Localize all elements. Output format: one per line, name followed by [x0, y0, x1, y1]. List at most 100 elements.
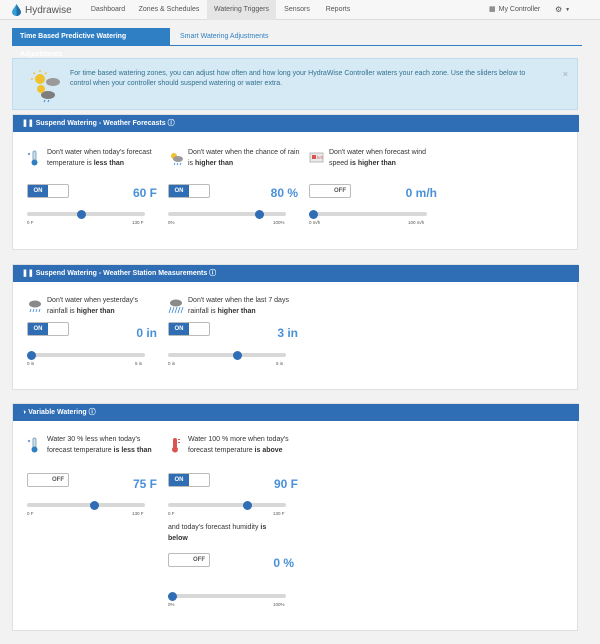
rain-cloud-icon: [29, 300, 41, 313]
nav-watering-triggers[interactable]: Watering Triggers: [207, 0, 276, 20]
yesterday-rain-toggle[interactable]: ON: [27, 322, 69, 336]
forecast-temp-slider[interactable]: [27, 209, 145, 219]
slider-max-label: 100%: [273, 602, 285, 607]
setting-label: and today's forecast humidity is below: [168, 524, 267, 542]
wind-sign-icon: km: [309, 152, 324, 163]
panel-header: ❚❚ Suspend Watering - Weather Station Me…: [13, 265, 579, 282]
pause-icon: ❚❚: [22, 120, 36, 127]
variable-humidity-setting: and today's forecast humidity is below O…: [168, 523, 298, 623]
humidity-value: 0 %: [273, 556, 294, 570]
panel-title: Variable Watering: [28, 409, 87, 416]
toggle-state: ON: [169, 474, 189, 486]
forecast-rain-value: 80 %: [270, 186, 298, 200]
slider-handle[interactable]: [243, 500, 253, 510]
humidity-toggle[interactable]: OFF: [168, 553, 210, 567]
adjustment-tabs: Time Based Predictive Watering Adjustmen…: [12, 28, 582, 58]
gear-icon: ⚙: [555, 5, 563, 14]
thermometer-hot-icon: [172, 438, 180, 453]
week-rain-slider[interactable]: [168, 350, 286, 360]
panel-title: Suspend Watering - Weather Forecasts: [35, 120, 166, 127]
grid-icon: ▦: [489, 6, 496, 13]
variable-more-slider[interactable]: [168, 500, 286, 510]
svg-text:km: km: [317, 155, 323, 160]
forecast-rain-slider[interactable]: [168, 209, 286, 219]
panel-header: ◑ Variable Watering ⓘ: [13, 404, 579, 421]
caret-down-icon: ▼: [565, 7, 571, 13]
forecast-wind-value: 0 m/h: [405, 186, 437, 200]
toggle-state: ON: [169, 323, 189, 335]
info-text: For time based watering zones, you can a…: [70, 70, 526, 87]
slider-handle[interactable]: [77, 209, 87, 219]
my-controller-menu[interactable]: ▦ My Controller: [489, 0, 540, 20]
slider-handle[interactable]: [168, 591, 177, 601]
yesterday-rain-slider[interactable]: [27, 350, 145, 360]
variable-less-slider[interactable]: [27, 500, 145, 510]
tab-time-based[interactable]: Time Based Predictive Watering Adjustmen…: [12, 28, 170, 58]
weather-mixed-icon: [31, 70, 60, 103]
variable-less-setting: Water 30 % less when today's forecast te…: [27, 435, 157, 535]
week-rain-toggle[interactable]: ON: [168, 322, 210, 336]
nav-dashboard[interactable]: Dashboard: [85, 0, 131, 20]
nav-sensors[interactable]: Sensors: [279, 0, 315, 20]
slider-min-label: 0%: [168, 602, 175, 607]
slider-min-label: 0%: [168, 220, 175, 225]
nav-zones-schedules[interactable]: Zones & Schedules: [134, 0, 204, 20]
pause-icon: ❚❚: [22, 270, 36, 277]
forecast-wind-slider[interactable]: [309, 209, 427, 219]
station-yesterday-rain-setting: Don't water when yesterday's rainfall is…: [27, 296, 157, 396]
slider-max-label: 130 F: [273, 511, 285, 516]
panel-header: ❚❚ Suspend Watering - Weather Forecasts …: [13, 115, 579, 132]
yesterday-rain-value: 0 in: [136, 326, 157, 340]
variable-more-toggle[interactable]: ON: [168, 473, 210, 487]
humidity-slider[interactable]: [168, 591, 286, 601]
settings-menu[interactable]: ⚙ ▼: [555, 0, 570, 20]
info-icon[interactable]: ⓘ: [89, 409, 96, 416]
variable-less-value: 75 F: [132, 477, 157, 491]
info-icon[interactable]: ⓘ: [168, 120, 175, 127]
variable-less-toggle[interactable]: OFF: [27, 473, 69, 487]
variable-more-setting: Water 100 % more when today's forecast t…: [168, 435, 298, 535]
slider-max-label: 130 F: [132, 220, 144, 225]
forecast-rain-toggle[interactable]: ON: [168, 184, 210, 198]
rain-cloud-icon: [171, 153, 183, 166]
my-controller-label: My Controller: [498, 6, 541, 13]
tab-smart-watering[interactable]: Smart Watering Adjustments: [172, 28, 276, 46]
slider-max-label: 100 m/h: [408, 220, 425, 225]
setting-label: Don't water when yesterday's rainfall is…: [47, 297, 138, 315]
forecast-temp-value: 60 F: [132, 186, 157, 200]
toggle-state: ON: [28, 185, 48, 197]
slider-handle[interactable]: [309, 209, 318, 219]
slider-handle[interactable]: [233, 350, 243, 360]
setting-label: Don't water when the last 7 days rainfal…: [188, 297, 289, 315]
nav-reports[interactable]: Reports: [318, 0, 358, 20]
brand-name: Hydrawise: [25, 4, 72, 16]
slider-handle[interactable]: [27, 350, 36, 360]
setting-label: Don't water when today's forecast temper…: [47, 149, 152, 167]
panel-variable-watering: ◑ Variable Watering ⓘ Water 30 % less wh…: [12, 403, 579, 631]
slider-min-label: 0 m/h: [309, 220, 321, 225]
slider-min-label: 0 in: [168, 361, 176, 366]
slider-max-label: 100%: [273, 220, 285, 225]
slider-min-label: 0 in: [27, 361, 35, 366]
toggle-state: ON: [169, 185, 189, 197]
close-alert-button[interactable]: ×: [563, 69, 568, 79]
brand[interactable]: Hydrawise: [12, 4, 72, 16]
slider-handle[interactable]: [255, 209, 265, 219]
toggle-state: ON: [28, 323, 48, 335]
forecast-wind-toggle[interactable]: OFF: [309, 184, 351, 198]
setting-label: Water 100 % more when today's forecast t…: [188, 436, 289, 454]
variable-more-value: 90 F: [273, 477, 298, 491]
slider-handle[interactable]: [90, 500, 100, 510]
toggle-state: OFF: [193, 557, 205, 563]
info-icon[interactable]: ⓘ: [209, 270, 216, 277]
slider-max-label: 5 in: [135, 361, 143, 366]
forecast-temp-toggle[interactable]: ON: [27, 184, 69, 198]
thermometer-cold-icon: [27, 150, 38, 166]
station-week-rain-setting: Don't water when the last 7 days rainfal…: [168, 296, 298, 396]
forecast-temperature-setting: Don't water when today's forecast temper…: [27, 148, 157, 248]
info-alert: For time based watering zones, you can a…: [12, 58, 578, 110]
heavy-rain-icon: [168, 299, 184, 314]
setting-label: Don't water when forecast wind speed is …: [329, 149, 427, 167]
slider-min-label: 0 F: [27, 511, 34, 516]
panel-weather-station: ❚❚ Suspend Watering - Weather Station Me…: [12, 264, 579, 390]
